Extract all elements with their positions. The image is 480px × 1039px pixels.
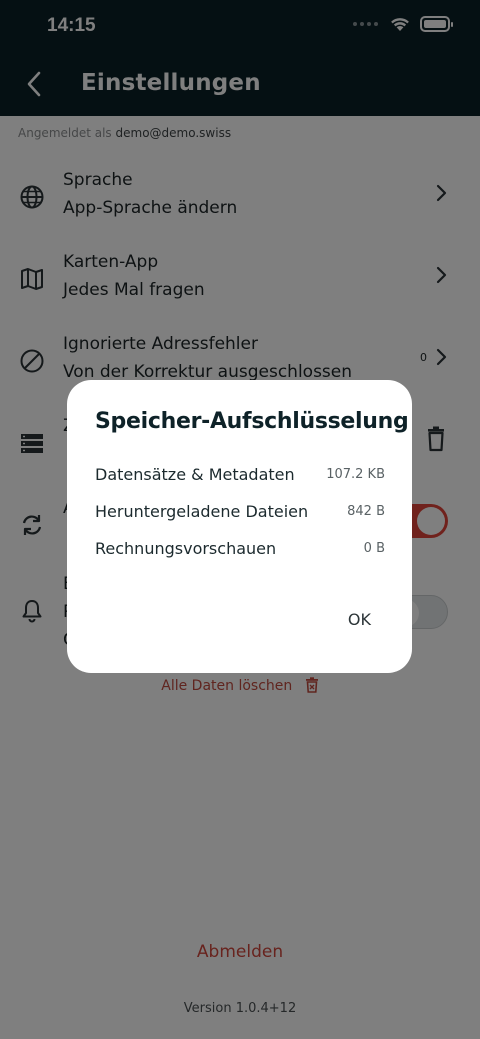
- ok-button[interactable]: OK: [348, 610, 371, 629]
- storage-row: Rechnungsvorschauen 0 B: [95, 539, 385, 561]
- storage-row: Heruntergeladene Dateien 842 B: [95, 502, 385, 524]
- storage-row: Datensätze & Metadaten 107.2 KB: [95, 465, 385, 487]
- storage-row-value: 842 B: [347, 504, 385, 519]
- storage-row-label: Heruntergeladene Dateien: [95, 502, 309, 521]
- storage-row-label: Datensätze & Metadaten: [95, 465, 295, 484]
- storage-breakdown-dialog: Speicher-Aufschlüsselung Datensätze & Me…: [67, 380, 412, 673]
- storage-row-value: 0 B: [363, 541, 385, 556]
- dialog-title: Speicher-Aufschlüsselung: [95, 409, 409, 434]
- storage-row-value: 107.2 KB: [326, 467, 385, 482]
- storage-row-label: Rechnungsvorschauen: [95, 539, 277, 558]
